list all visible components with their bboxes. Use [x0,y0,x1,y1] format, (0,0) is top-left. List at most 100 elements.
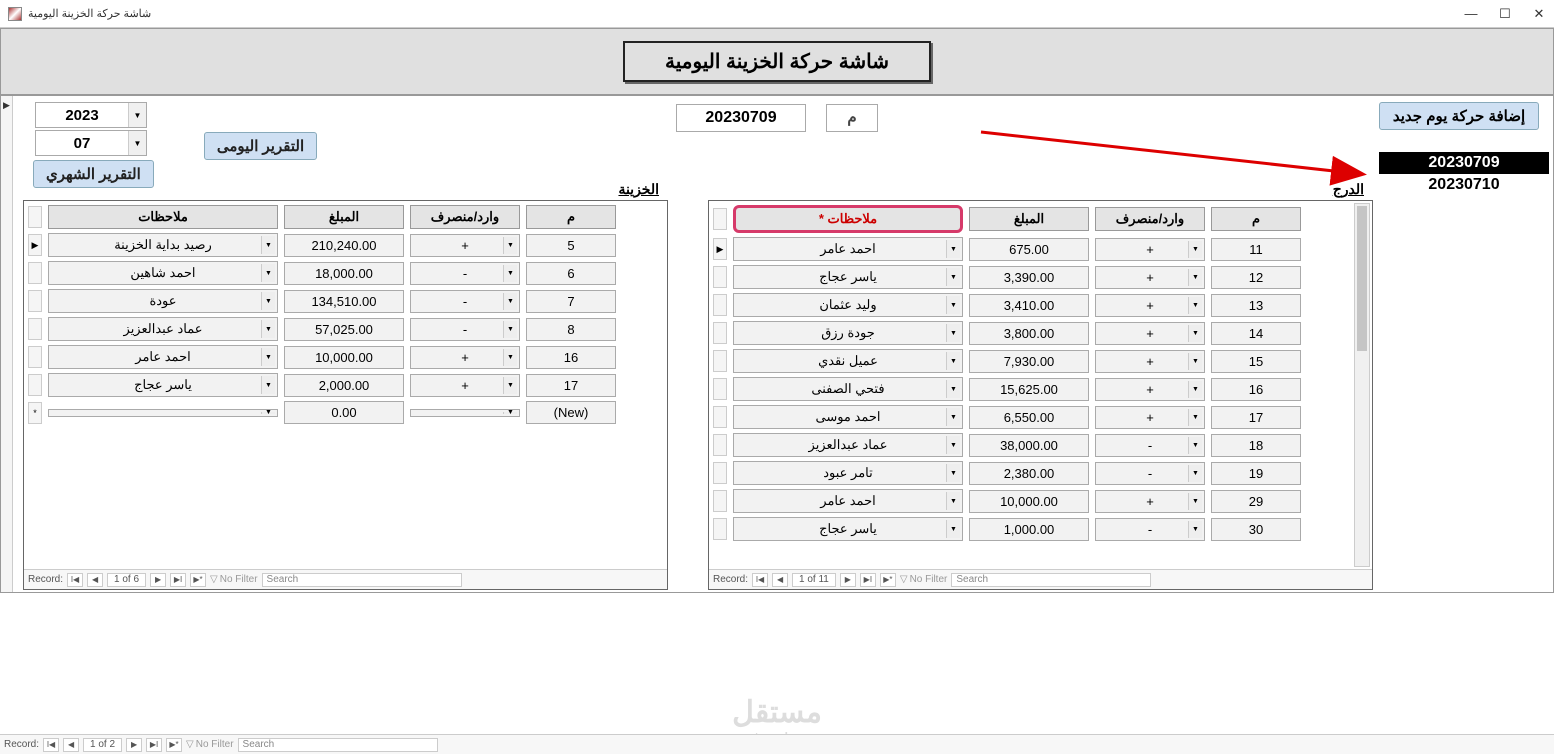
row-selector[interactable] [713,266,727,288]
row-selector[interactable] [713,322,727,344]
amount-cell[interactable]: 675.00 [969,238,1089,261]
m-cell[interactable]: 8 [526,318,616,341]
row-selector[interactable] [713,490,727,512]
amount-cell[interactable]: 0.00 [284,401,404,424]
amount-cell[interactable]: 3,390.00 [969,266,1089,289]
amount-cell[interactable]: 2,380.00 [969,462,1089,485]
nav-next-icon[interactable]: ▶ [126,738,142,752]
row-selector[interactable]: * [28,402,42,424]
nav-new-icon[interactable]: ▶* [190,573,206,587]
row-selector[interactable] [28,290,42,312]
amount-cell[interactable]: 7,930.00 [969,350,1089,373]
m-cell[interactable]: (New) [526,401,616,424]
m-cell[interactable]: 7 [526,290,616,313]
amount-cell[interactable]: 134,510.00 [284,290,404,313]
m-cell[interactable]: 16 [1211,378,1301,401]
year-combo[interactable]: 2023 ▼ [35,102,147,128]
row-selector[interactable] [28,318,42,340]
search-input[interactable]: Search [238,738,438,752]
row-selector[interactable] [713,518,727,540]
m-field[interactable]: م [826,104,878,132]
amount-cell[interactable]: 10,000.00 [969,490,1089,513]
notes-cell[interactable]: احمد موسى▼ [733,405,963,429]
notes-cell[interactable]: تامر عبود▼ [733,461,963,485]
nav-new-icon[interactable]: ▶* [880,573,896,587]
direction-cell[interactable]: -▼ [1095,518,1205,541]
amount-cell[interactable]: 3,410.00 [969,294,1089,317]
direction-cell[interactable]: +▼ [1095,378,1205,401]
m-cell[interactable]: 6 [526,262,616,285]
amount-cell[interactable]: 10,000.00 [284,346,404,369]
amount-cell[interactable]: 38,000.00 [969,434,1089,457]
monthly-report-button[interactable]: التقرير الشهري [33,160,154,188]
nav-first-icon[interactable]: I◀ [752,573,768,587]
m-cell[interactable]: 18 [1211,434,1301,457]
notes-cell[interactable]: فتحي الصفنى▼ [733,377,963,401]
row-selector[interactable] [28,346,42,368]
direction-cell[interactable]: -▼ [410,262,520,285]
nav-first-icon[interactable]: I◀ [67,573,83,587]
notes-cell[interactable]: رصيد بداية الخزينة▼ [48,233,278,257]
row-selector[interactable] [713,406,727,428]
m-cell[interactable]: 5 [526,234,616,257]
direction-cell[interactable]: +▼ [1095,350,1205,373]
direction-cell[interactable]: +▼ [1095,322,1205,345]
row-selector[interactable]: ▶ [28,234,42,256]
row-selector[interactable] [713,350,727,372]
search-input[interactable]: Search [262,573,462,587]
nav-prev-icon[interactable]: ◀ [772,573,788,587]
amount-cell[interactable]: 1,000.00 [969,518,1089,541]
row-selector[interactable] [713,378,727,400]
m-cell[interactable]: 13 [1211,294,1301,317]
nav-last-icon[interactable]: ▶I [860,573,876,587]
notes-cell[interactable]: ▼ [48,409,278,417]
close-button[interactable]: ✕ [1532,7,1546,21]
notes-cell[interactable]: احمد عامر▼ [733,489,963,513]
month-combo[interactable]: 07 ▼ [35,130,147,156]
add-day-button[interactable]: إضافة حركة يوم جديد [1379,102,1539,130]
date-field[interactable]: 20230709 [676,104,806,132]
m-cell[interactable]: 30 [1211,518,1301,541]
amount-cell[interactable]: 6,550.00 [969,406,1089,429]
m-cell[interactable]: 17 [1211,406,1301,429]
row-selector[interactable]: ▶ [713,238,727,260]
direction-cell[interactable]: +▼ [410,234,520,257]
direction-cell[interactable]: +▼ [1095,490,1205,513]
amount-cell[interactable]: 18,000.00 [284,262,404,285]
m-cell[interactable]: 29 [1211,490,1301,513]
direction-cell[interactable]: -▼ [1095,462,1205,485]
direction-cell[interactable]: ▼ [410,409,520,417]
row-selector[interactable] [28,374,42,396]
notes-cell[interactable]: ياسر عجاج▼ [733,265,963,289]
nav-first-icon[interactable]: I◀ [43,738,59,752]
notes-cell[interactable]: عماد عبدالعزيز▼ [733,433,963,457]
notes-cell[interactable]: احمد عامر▼ [733,237,963,261]
daily-report-button[interactable]: التقرير اليومى [204,132,317,160]
m-cell[interactable]: 15 [1211,350,1301,373]
direction-cell[interactable]: +▼ [1095,406,1205,429]
direction-cell[interactable]: -▼ [410,290,520,313]
row-selector[interactable] [713,434,727,456]
nav-prev-icon[interactable]: ◀ [87,573,103,587]
nav-next-icon[interactable]: ▶ [840,573,856,587]
notes-cell[interactable]: جودة رزق▼ [733,321,963,345]
m-cell[interactable]: 17 [526,374,616,397]
notes-cell[interactable]: ياسر عجاج▼ [733,517,963,541]
amount-cell[interactable]: 210,240.00 [284,234,404,257]
direction-cell[interactable]: -▼ [1095,434,1205,457]
direction-cell[interactable]: +▼ [1095,238,1205,261]
direction-cell[interactable]: -▼ [410,318,520,341]
day-item[interactable]: 20230710 [1379,174,1549,196]
notes-cell[interactable]: عميل نقدي▼ [733,349,963,373]
m-cell[interactable]: 14 [1211,322,1301,345]
notes-cell[interactable]: وليد عثمان▼ [733,293,963,317]
row-selector[interactable] [28,262,42,284]
nav-last-icon[interactable]: ▶I [146,738,162,752]
amount-cell[interactable]: 15,625.00 [969,378,1089,401]
notes-cell[interactable]: ياسر عجاج▼ [48,373,278,397]
amount-cell[interactable]: 2,000.00 [284,374,404,397]
m-cell[interactable]: 19 [1211,462,1301,485]
notes-cell[interactable]: احمد شاهين▼ [48,261,278,285]
scrollbar[interactable] [1354,203,1370,567]
notes-cell[interactable]: احمد عامر▼ [48,345,278,369]
